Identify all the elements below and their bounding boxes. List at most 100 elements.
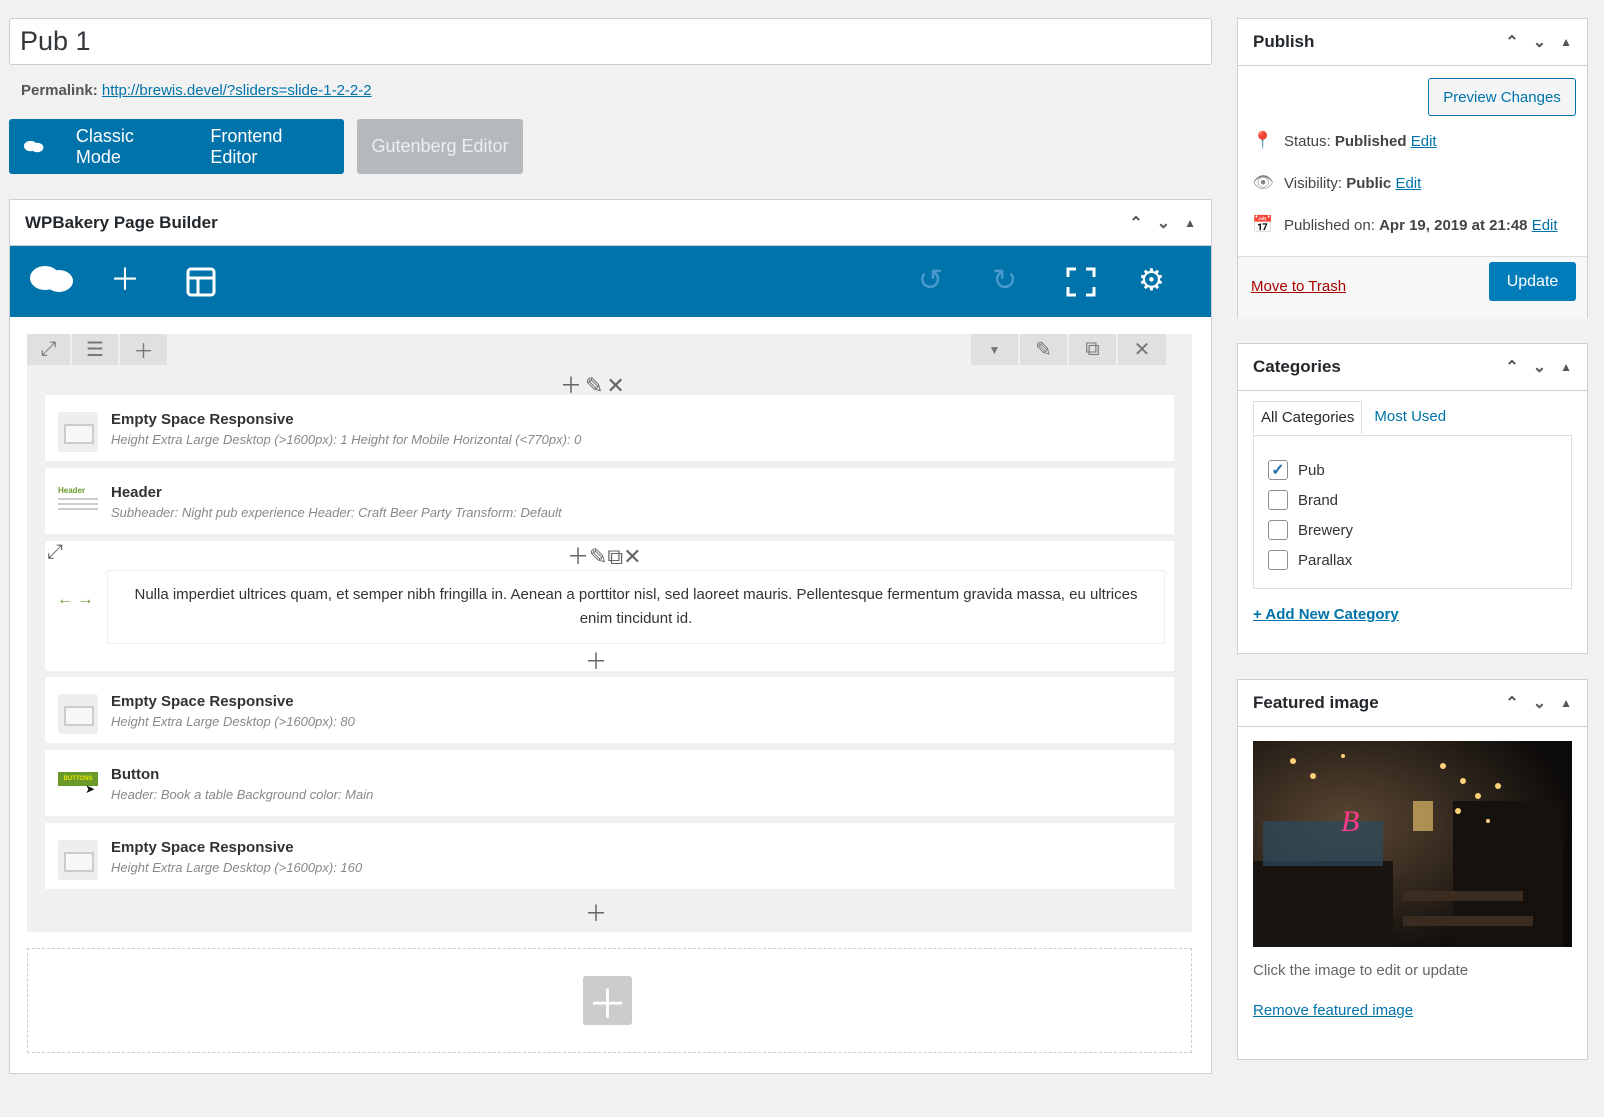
move-down-icon[interactable]: ⌄ <box>1157 213 1170 233</box>
category-item-parallax[interactable]: Parallax <box>1268 545 1557 575</box>
published-date: Apr 19, 2019 at 21:48 <box>1379 216 1528 234</box>
row-move-icon[interactable]: ⤢ <box>27 334 70 365</box>
editor-mode-bar: Classic Mode Frontend Editor <box>9 119 344 174</box>
frontend-editor-button[interactable]: Frontend Editor <box>210 126 328 168</box>
post-title-input[interactable] <box>9 18 1212 65</box>
collapse-toggle-icon[interactable]: ▲ <box>1560 360 1572 374</box>
element-title: Empty Space Responsive <box>111 839 294 856</box>
resize-arrows-icon[interactable]: ← → <box>57 591 93 609</box>
tab-most-used[interactable]: Most Used <box>1362 401 1458 434</box>
remove-featured-image-link[interactable]: Remove featured image <box>1253 1002 1413 1019</box>
category-item-brewery[interactable]: Brewery <box>1268 515 1557 545</box>
category-item-pub[interactable]: ✓ Pub <box>1268 455 1557 485</box>
element-params: Height Extra Large Desktop (>1600px): 80 <box>111 714 355 729</box>
featured-image-title: Featured image <box>1253 693 1379 712</box>
permalink-link[interactable]: http://brewis.devel/?sliders=slide-1-2-2… <box>102 82 372 99</box>
status-edit-link[interactable]: Edit <box>1411 133 1437 150</box>
visibility-value: Public <box>1346 174 1392 192</box>
row-toggle-icon[interactable]: ▼ <box>971 334 1018 365</box>
row-delete-icon[interactable]: ✕ <box>1118 334 1166 365</box>
status-value: Published <box>1334 132 1407 150</box>
add-element-button[interactable]: ＋ <box>583 976 632 1027</box>
settings-gear-icon[interactable]: ⚙ <box>1138 264 1165 298</box>
element-button[interactable]: BUTTONS ➤ Button Header: Book a table Ba… <box>45 750 1174 816</box>
preview-changes-button[interactable]: Preview Changes <box>1428 78 1576 116</box>
featured-image-box: Featured image ⌃ ⌄ ▲ B Click the image t… <box>1237 679 1588 1060</box>
row-clone-icon[interactable]: ⧉ <box>1069 334 1116 365</box>
wpbakery-toolbar: ＋ ↺ ↻ ⚙ <box>10 246 1211 317</box>
update-button[interactable]: Update <box>1489 262 1576 301</box>
move-up-icon[interactable]: ⌃ <box>1505 693 1518 713</box>
featured-image-thumbnail[interactable]: B <box>1253 741 1572 947</box>
builder-row: ⤢ ☰ ＋ ▼ ✎ ⧉ ✕ ＋✎✕ Empty Space Responsive… <box>27 334 1192 932</box>
category-tabs: All Categories Most Used <box>1253 401 1458 434</box>
published-edit-link[interactable]: Edit <box>1532 217 1558 234</box>
permalink: Permalink: http://brewis.devel/?sliders=… <box>21 82 372 99</box>
inner-add-icon[interactable]: ＋ <box>585 644 607 676</box>
publish-actions: Move to Trash Update <box>1238 256 1587 319</box>
publish-box: Publish ⌃ ⌄ ▲ Preview Changes 📍 Status: … <box>1237 18 1588 319</box>
element-params: Height Extra Large Desktop (>1600px): 1 … <box>111 432 582 447</box>
row-edit-icon[interactable]: ✎ <box>1020 334 1067 365</box>
published-on-row: 📅 Published on: Apr 19, 2019 at 21:48 Ed… <box>1252 215 1558 234</box>
row-add-icon[interactable]: ＋ <box>120 334 167 365</box>
wpbakery-box: WPBakery Page Builder ⌃ ⌄ ▲ ＋ ↺ ↻ ⚙ ⤢ ☰ … <box>9 199 1212 1074</box>
category-checkbox[interactable] <box>1268 550 1288 570</box>
wpbakery-box-header: WPBakery Page Builder ⌃ ⌄ ▲ <box>10 200 1211 246</box>
move-to-trash-link[interactable]: Move to Trash <box>1251 278 1346 295</box>
element-empty-space-1[interactable]: Empty Space Responsive Height Extra Larg… <box>45 395 1174 461</box>
visibility-edit-link[interactable]: Edit <box>1395 175 1421 192</box>
tab-all-categories[interactable]: All Categories <box>1253 401 1363 434</box>
categories-title: Categories <box>1253 357 1341 376</box>
collapse-toggle-icon[interactable]: ▲ <box>1184 216 1196 230</box>
inner-column: ⤢ ＋✎⧉✕ ← → Nulla imperdiet ultrices quam… <box>45 539 1174 674</box>
publish-title: Publish <box>1253 32 1315 51</box>
element-empty-space-3[interactable]: Empty Space Responsive Height Extra Larg… <box>45 823 1174 889</box>
empty-space-icon <box>58 694 98 734</box>
move-down-icon[interactable]: ⌄ <box>1533 32 1546 52</box>
eye-icon: 👁 <box>1252 173 1274 192</box>
category-item-brand[interactable]: Brand <box>1268 485 1557 515</box>
element-empty-space-2[interactable]: Empty Space Responsive Height Extra Larg… <box>45 677 1174 743</box>
category-checkbox[interactable]: ✓ <box>1268 460 1288 480</box>
move-down-icon[interactable]: ⌄ <box>1533 693 1546 713</box>
add-element-icon[interactable]: ＋ <box>110 264 140 298</box>
classic-mode-button[interactable]: Classic Mode <box>76 126 178 168</box>
inner-move-icon[interactable]: ⤢ <box>47 541 63 564</box>
empty-space-icon <box>58 840 98 880</box>
category-checkbox[interactable] <box>1268 520 1288 540</box>
element-title: Empty Space Responsive <box>111 411 294 428</box>
featured-image-box-header: Featured image ⌃ ⌄ ▲ <box>1238 680 1587 727</box>
wpbakery-title: WPBakery Page Builder <box>25 212 218 232</box>
pin-icon: 📍 <box>1252 131 1274 150</box>
featured-image-hint: Click the image to edit or update <box>1253 962 1469 979</box>
collapse-toggle-icon[interactable]: ▲ <box>1560 696 1572 710</box>
empty-space-icon <box>58 412 98 452</box>
move-down-icon[interactable]: ⌄ <box>1533 357 1546 377</box>
gutenberg-editor-button[interactable]: Gutenberg Editor <box>357 119 523 174</box>
element-header[interactable]: Header Header Subheader: Night pub exper… <box>45 468 1174 534</box>
undo-icon[interactable]: ↺ <box>918 264 943 298</box>
column-add-icon[interactable]: ＋ <box>585 896 607 928</box>
calendar-icon: 📅 <box>1252 215 1274 234</box>
status-row: 📍 Status: Published Edit <box>1252 131 1437 150</box>
inner-controls[interactable]: ＋✎⧉✕ <box>567 539 642 571</box>
move-up-icon[interactable]: ⌃ <box>1129 213 1142 233</box>
category-checklist: ✓ Pub Brand Brewery Parallax <box>1253 435 1572 589</box>
move-up-icon[interactable]: ⌃ <box>1505 357 1518 377</box>
templates-icon[interactable] <box>186 267 216 297</box>
element-params: Height Extra Large Desktop (>1600px): 16… <box>111 860 363 875</box>
category-checkbox[interactable] <box>1268 490 1288 510</box>
row-layout-icon[interactable]: ☰ <box>72 334 118 365</box>
add-new-category-link[interactable]: + Add New Category <box>1253 606 1399 623</box>
element-params: Subheader: Night pub experience Header: … <box>111 505 562 520</box>
element-title: Button <box>111 766 160 783</box>
wpbakery-logo-icon[interactable] <box>28 262 74 298</box>
wpbakery-logo-icon <box>23 140 44 152</box>
fullscreen-icon[interactable] <box>1066 267 1096 297</box>
collapse-toggle-icon[interactable]: ▲ <box>1560 35 1572 49</box>
move-up-icon[interactable]: ⌃ <box>1505 32 1518 52</box>
redo-icon[interactable]: ↻ <box>992 264 1017 298</box>
publish-box-header: Publish ⌃ ⌄ ▲ <box>1238 19 1587 66</box>
text-block[interactable]: Nulla imperdiet ultrices quam, et semper… <box>107 570 1165 644</box>
